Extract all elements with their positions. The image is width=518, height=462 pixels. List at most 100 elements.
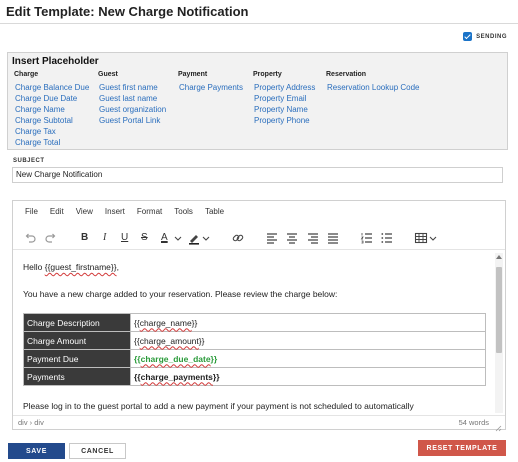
greeting-suffix: , [116,262,119,272]
placeholder-link[interactable]: Property Address [254,82,315,93]
word-count: 54 words [458,418,489,427]
sending-checkbox[interactable] [463,32,473,41]
strikethrough-button[interactable]: S [141,232,148,243]
table-label-cell: Payments [23,367,131,386]
redo-icon[interactable] [44,231,58,245]
placeholder-column-heading: Charge [14,71,39,78]
placeholder-column-heading: Guest [98,71,118,78]
placeholder-link[interactable]: Charge Name [15,104,89,115]
placeholder-column-charge: Charge Charge Balance Due Charge Due Dat… [14,71,89,148]
underline-button[interactable]: U [121,232,128,243]
align-left-icon[interactable] [265,231,279,245]
element-path[interactable]: div › div [18,418,44,427]
placeholder-column-heading: Payment [178,71,208,78]
align-center-icon[interactable] [285,231,299,245]
insert-placeholder-title: Insert Placeholder [12,56,99,67]
placeholder-link[interactable]: Property Name [254,104,315,115]
placeholder-column-payment: Payment Charge Payments [178,71,243,93]
sending-toggle[interactable]: SENDING [463,32,507,41]
chevron-down-icon[interactable] [199,231,213,245]
scrollbar-thumb[interactable] [496,267,502,353]
undo-icon[interactable] [23,231,37,245]
placeholder-link[interactable]: Charge Total [15,137,89,148]
toolbar-divider [13,249,505,250]
table-row: Payments {{charge_payments}} [23,367,486,386]
table-value-cell: {{charge_due_date}} [130,349,486,368]
placeholder-link[interactable]: Charge Due Date [15,93,89,104]
bold-button[interactable]: B [81,232,88,243]
chevron-down-icon[interactable] [426,231,440,245]
table-row: Charge Amount {{charge_amount}} [23,331,486,350]
placeholder-column-guest: Guest Guest first name Guest last name G… [98,71,166,126]
placeholder-link[interactable]: Property Email [254,93,315,104]
subject-label: SUBJECT [13,158,45,164]
greeting-line: Hello {{guest_firstname}}, [23,262,119,272]
table-row: Charge Description {{charge_name}} [23,313,486,332]
menu-view[interactable]: View [70,207,99,221]
resize-handle-icon[interactable] [494,419,502,432]
editor-content[interactable]: Hello {{guest_firstname}}, You have a ne… [13,251,497,413]
sending-label: SENDING [476,33,507,40]
table-value-cell: {{charge_name}} [130,313,486,332]
intro-paragraph: You have a new charge added to your rese… [23,289,338,299]
menu-insert[interactable]: Insert [99,207,131,221]
insert-placeholder-panel: Insert Placeholder Charge Charge Balance… [7,52,508,150]
charge-payments-token: charge_payments [140,371,213,382]
bullet-list-icon[interactable] [380,231,394,245]
placeholder-link[interactable]: Charge Balance Due [15,82,89,93]
editor-menubar: File Edit View Insert Format Tools Table [13,207,230,221]
scroll-up-arrow-icon[interactable] [496,255,502,259]
placeholder-column-reservation: Reservation Reservation Lookup Code [326,71,420,93]
placeholder-link[interactable]: Charge Tax [15,126,89,137]
footer-paragraph: Please log in to the guest portal to add… [23,401,414,411]
editor-scrollbar[interactable] [495,253,503,413]
token-brace: }} [198,335,205,346]
rich-text-editor: File Edit View Insert Format Tools Table… [12,200,506,432]
placeholder-column-heading: Reservation [326,71,367,78]
placeholder-link[interactable]: Guest Portal Link [99,115,166,126]
link-icon[interactable] [231,231,245,245]
placeholder-link[interactable]: Reservation Lookup Code [327,82,420,93]
placeholder-link[interactable]: Guest last name [99,93,166,104]
placeholder-link[interactable]: Guest organization [99,104,166,115]
subject-input[interactable]: New Charge Notification [12,167,503,183]
placeholder-link[interactable]: Charge Payments [179,82,243,93]
chevron-down-icon[interactable] [171,231,185,245]
page-title: Edit Template: New Charge Notification [6,4,249,19]
charge-table: Charge Description {{charge_name}} Charg… [23,313,486,386]
guest-firstname-token: {{guest_firstname}} [44,262,117,272]
cancel-button[interactable]: CANCEL [69,443,126,459]
table-label-cell: Payment Due [23,349,131,368]
table-label-cell: Charge Description [23,313,131,332]
token-brace: {{ [134,371,141,382]
italic-button[interactable]: I [103,232,106,243]
charge-due-date-token: charge_due_date [140,353,211,364]
align-justify-icon[interactable] [326,231,340,245]
charge-name-token: charge_name [139,317,192,328]
menu-table[interactable]: Table [199,207,230,221]
table-row: Payment Due {{charge_due_date}} [23,349,486,368]
table-value-cell: {{charge_payments}} [130,367,486,386]
save-button[interactable]: SAVE [8,443,65,459]
placeholder-link[interactable]: Property Phone [254,115,315,126]
token-brace: {{ [134,353,141,364]
placeholder-link[interactable]: Charge Subtotal [15,115,89,126]
reset-template-button[interactable]: RESET TEMPLATE [418,440,506,456]
charge-amount-token: charge_amount [139,335,199,346]
placeholder-link[interactable]: Guest first name [99,82,166,93]
greeting-prefix: Hello [23,262,45,272]
token-brace: }} [191,317,198,328]
align-right-icon[interactable] [306,231,320,245]
table-value-cell: {{charge_amount}} [130,331,486,350]
editor-toolbar: B I U S A [13,229,505,247]
menu-tools[interactable]: Tools [168,207,199,221]
placeholder-column-heading: Property [253,71,282,78]
editor-statusbar: div › div 54 words [13,415,505,432]
numbered-list-icon[interactable] [360,231,374,245]
placeholder-column-property: Property Property Address Property Email… [253,71,315,126]
menu-edit[interactable]: Edit [44,207,70,221]
menu-format[interactable]: Format [131,207,168,221]
font-color-button[interactable]: A [161,232,168,243]
menu-file[interactable]: File [13,207,44,221]
table-label-cell: Charge Amount [23,331,131,350]
